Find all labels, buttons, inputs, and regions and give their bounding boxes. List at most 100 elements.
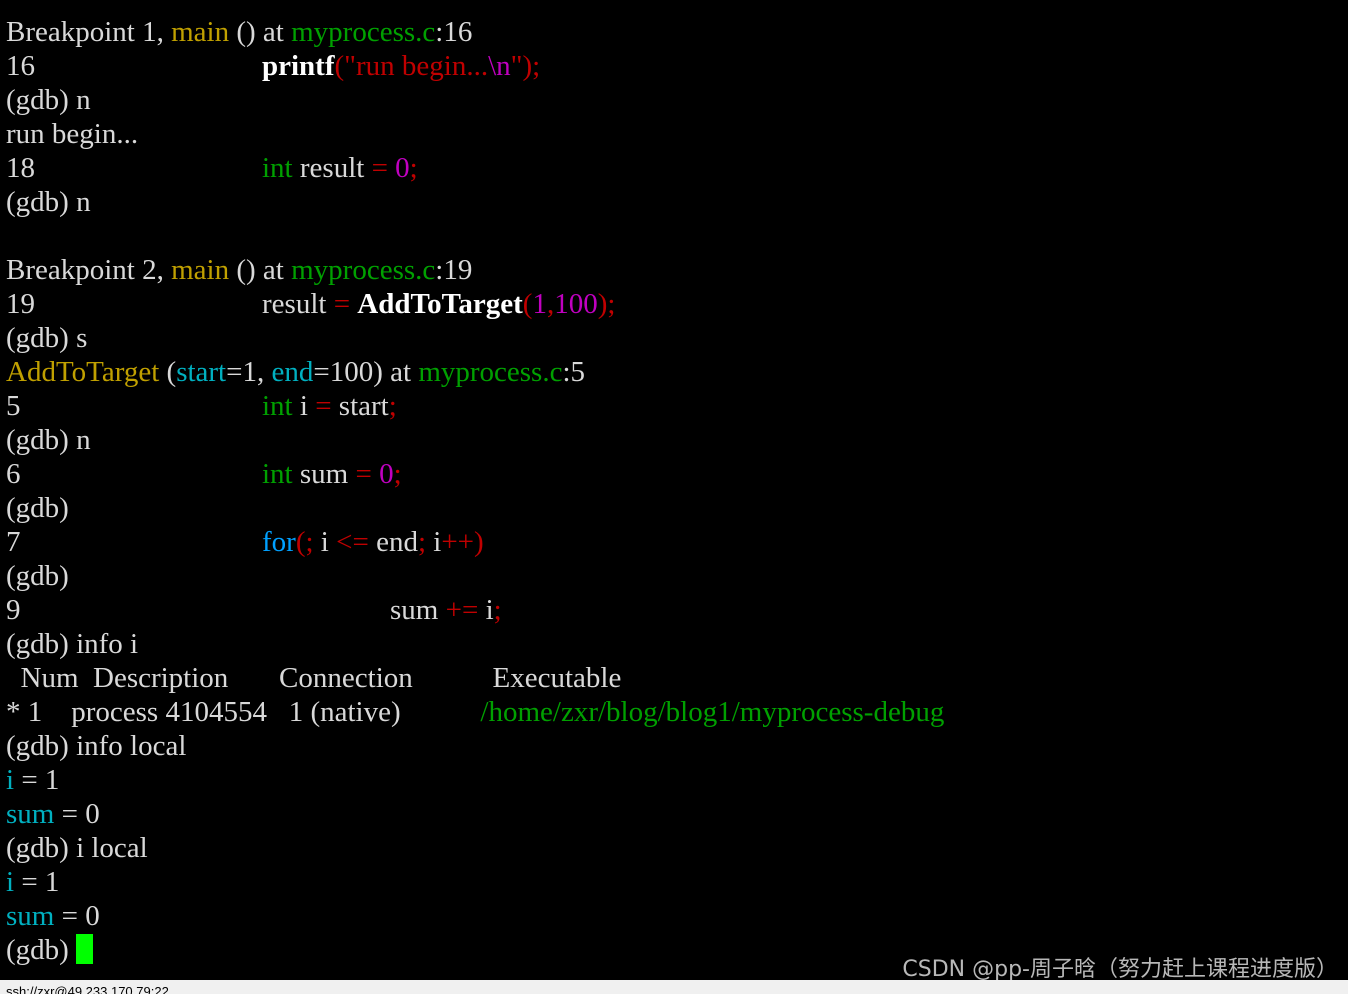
terminal-line: (gdb) i local bbox=[6, 831, 148, 865]
terminal-line: (gdb) n bbox=[6, 423, 91, 457]
text-segment: 100 bbox=[554, 288, 598, 320]
text-segment: sum bbox=[390, 594, 446, 626]
text-segment: main bbox=[171, 254, 230, 286]
text-segment: ( bbox=[522, 288, 533, 320]
text-segment: (gdb) info local bbox=[6, 730, 187, 762]
text-segment: () at bbox=[229, 16, 292, 48]
terminal-line: i = 1 bbox=[6, 865, 59, 899]
text-segment: 0 bbox=[379, 458, 394, 490]
text-segment: run begin... bbox=[6, 118, 139, 150]
text-segment: end bbox=[271, 356, 314, 388]
terminal-line: 18 int result = 0; bbox=[6, 151, 418, 185]
text-segment: (gdb) bbox=[6, 934, 77, 966]
text-segment: AddToTarget bbox=[6, 356, 160, 388]
text-segment: 5 bbox=[6, 390, 21, 422]
text-segment: result bbox=[262, 288, 334, 320]
terminal-line: i = 1 bbox=[6, 763, 59, 797]
terminal-line: (gdb) n bbox=[6, 185, 91, 219]
text-segment: (gdb) bbox=[6, 560, 69, 592]
text-segment: ( bbox=[159, 356, 177, 388]
text-segment: * 1 process 4104554 1 (native) bbox=[6, 696, 481, 728]
text-segment bbox=[372, 458, 379, 490]
text-segment: i bbox=[292, 390, 316, 422]
text-segment: 9 bbox=[6, 594, 21, 626]
text-segment: 0 bbox=[395, 152, 410, 184]
terminal-line: Breakpoint 2, main () at myprocess.c:19 bbox=[6, 253, 472, 287]
status-bar: ssh://zxr@49.233.170.79:22 bbox=[0, 980, 1348, 994]
text-segment: =1, bbox=[226, 356, 272, 388]
text-segment: ); bbox=[597, 288, 616, 320]
text-segment: (gdb) n bbox=[6, 424, 91, 456]
text-segment: result bbox=[292, 152, 372, 184]
text-segment: i bbox=[313, 526, 337, 558]
text-segment: ++) bbox=[441, 526, 484, 558]
terminal-line: sum = 0 bbox=[6, 797, 100, 831]
text-segment: " bbox=[510, 50, 523, 82]
text-segment: ( bbox=[334, 50, 345, 82]
text-segment: int bbox=[262, 458, 293, 490]
text-segment: = bbox=[315, 390, 332, 422]
text-segment: /home/zxr/blog/blog1/myprocess-debug bbox=[480, 696, 945, 728]
text-segment: 19 bbox=[6, 288, 35, 320]
csdn-watermark: CSDN @pp-周子晗（努力赶上课程进度版） bbox=[902, 957, 1338, 980]
text-segment: i bbox=[6, 866, 15, 898]
text-segment: :16 bbox=[435, 16, 473, 48]
text-segment: myprocess.c bbox=[418, 356, 563, 388]
text-segment: (gdb) bbox=[6, 492, 69, 524]
terminal-window[interactable]: Breakpoint 1, main () at myprocess.c:16 1… bbox=[0, 0, 1348, 980]
text-segment: Num Description Connection Executable bbox=[6, 662, 622, 694]
text-segment: = bbox=[333, 288, 351, 320]
terminal-line: 16 printf("run begin...\n"); bbox=[6, 49, 540, 83]
text-segment: = bbox=[355, 458, 372, 490]
text-segment: myprocess.c bbox=[291, 254, 436, 286]
terminal-line: (gdb) bbox=[6, 491, 69, 525]
text-segment: start bbox=[176, 356, 227, 388]
text-segment: (gdb) s bbox=[6, 322, 88, 354]
text-segment: = 0 bbox=[54, 798, 100, 830]
connection-address: ssh://zxr@49.233.170.79:22 bbox=[6, 984, 169, 994]
text-segment: ; bbox=[417, 526, 427, 558]
text-segment: i bbox=[426, 526, 442, 558]
text-segment: (gdb) i local bbox=[6, 832, 148, 864]
terminal-line: AddToTarget (start=1, end=100) at myproc… bbox=[6, 355, 585, 389]
text-segment: for bbox=[262, 526, 296, 558]
text-segment: (gdb) info i bbox=[6, 628, 139, 660]
terminal-line: 7 for(; i <= end; i++) bbox=[6, 525, 484, 559]
text-segment: <= bbox=[336, 526, 369, 558]
text-segment: printf bbox=[262, 50, 335, 82]
text-segment: int bbox=[262, 152, 293, 184]
terminal-line: Num Description Connection Executable bbox=[6, 661, 622, 695]
terminal-line: 5 int i = start; bbox=[6, 389, 397, 423]
text-segment: ; bbox=[409, 152, 418, 184]
terminal-line: (gdb) bbox=[6, 559, 69, 593]
text-segment: = 1 bbox=[14, 764, 60, 796]
terminal-line: run begin... bbox=[6, 117, 138, 151]
terminal-line: (gdb) info local bbox=[6, 729, 186, 763]
text-segment: ; bbox=[388, 390, 397, 422]
terminal-cursor bbox=[76, 934, 94, 964]
text-segment: = 0 bbox=[54, 900, 100, 932]
terminal-line: (gdb) n bbox=[6, 83, 91, 117]
text-segment: =100) at bbox=[313, 356, 419, 388]
text-segment: start bbox=[331, 390, 389, 422]
terminal-line: (gdb) s bbox=[6, 321, 87, 355]
text-segment: \n bbox=[488, 50, 511, 82]
terminal-line: * 1 process 4104554 1 (native) /home/zxr… bbox=[6, 695, 944, 729]
text-segment: :19 bbox=[435, 254, 473, 286]
terminal-line: (gdb) info i bbox=[6, 627, 138, 661]
text-segment: "run begin... bbox=[344, 50, 489, 82]
text-segment: ); bbox=[522, 50, 541, 82]
text-segment: sum bbox=[6, 798, 55, 830]
text-segment: += bbox=[445, 594, 479, 626]
text-segment: 16 bbox=[6, 50, 35, 82]
text-segment: Breakpoint 2, bbox=[6, 254, 172, 286]
text-segment: (gdb) n bbox=[6, 84, 91, 116]
text-segment: myprocess.c bbox=[291, 16, 436, 48]
text-segment: end bbox=[368, 526, 418, 558]
text-segment: main bbox=[171, 16, 230, 48]
text-segment: AddToTarget bbox=[357, 288, 523, 320]
terminal-line: 9 sum += i; bbox=[6, 593, 502, 627]
text-segment: sum bbox=[6, 900, 55, 932]
text-segment: 18 bbox=[6, 152, 35, 184]
text-segment: :5 bbox=[562, 356, 586, 388]
